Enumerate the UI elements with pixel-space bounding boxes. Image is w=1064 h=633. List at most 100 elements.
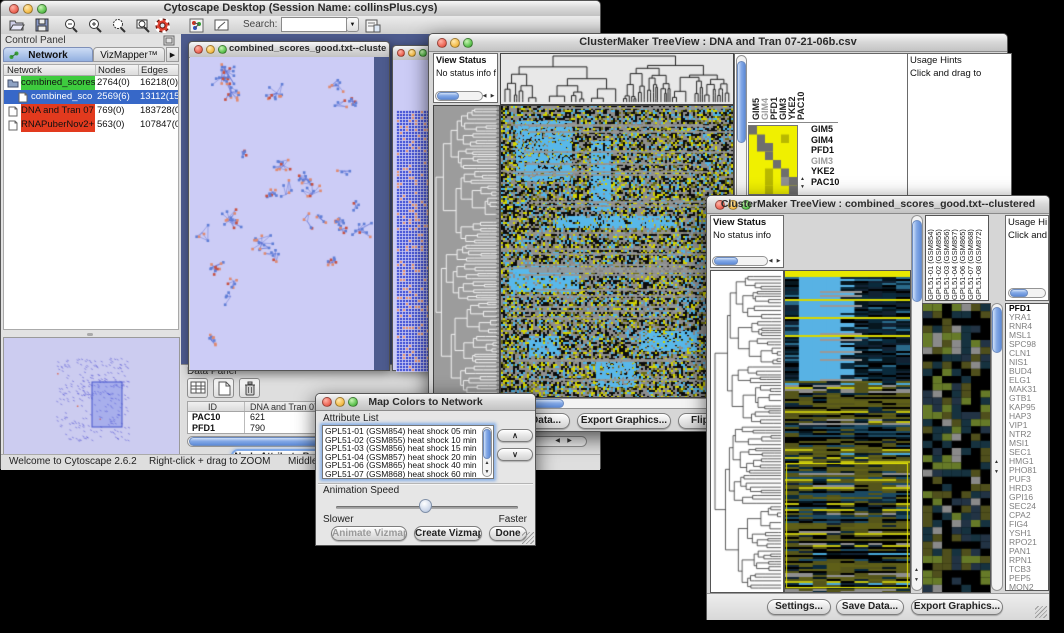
save-icon[interactable] (35, 18, 49, 32)
gene-list-item[interactable]: CLN1 (1009, 349, 1048, 358)
gene-list-item[interactable]: YSH1 (1009, 529, 1048, 538)
network-grid-canvas[interactable] (396, 110, 430, 372)
scroll-down-icon[interactable]: ▼ (992, 469, 1001, 475)
birdseye-overview-canvas[interactable] (3, 337, 180, 455)
treeview2-titlebar[interactable]: ClusterMaker TreeView : combined_scores_… (707, 196, 1049, 214)
panel-divider[interactable] (1, 333, 180, 336)
gene-list-item[interactable]: SEC1 (1009, 448, 1048, 457)
zoom-fit-icon[interactable] (135, 18, 151, 33)
gene-list-item[interactable]: RPO21 (1009, 538, 1048, 547)
scroll-left-icon[interactable]: ◀ (553, 438, 562, 444)
create-vizmap-button[interactable]: Create Vizmap (414, 526, 482, 541)
gene-list-item[interactable]: GIM3 (811, 156, 857, 167)
gene-list-item[interactable]: SPC98 (1009, 340, 1048, 349)
plugin-nodes-icon[interactable] (189, 18, 204, 33)
gene-list-item[interactable]: FIG4 (1009, 520, 1048, 529)
animation-speed-slider-thumb[interactable] (419, 499, 432, 513)
network-table-header[interactable]: Network Nodes Edges (3, 64, 179, 76)
gene-list-item[interactable]: YKE2 (811, 166, 857, 177)
zoom-button[interactable] (419, 49, 427, 57)
search-options-icon[interactable] (365, 17, 381, 33)
gene-list-item[interactable]: HAP3 (1009, 412, 1048, 421)
tv2-save-data-button[interactable]: Save Data... (836, 599, 904, 615)
tv2-usage-hscrollbar[interactable] (1008, 288, 1046, 298)
scroll-down-icon[interactable]: ▼ (482, 469, 492, 475)
scroll-right-icon[interactable]: ▶ (565, 438, 574, 444)
gene-list-item[interactable]: NTR2 (1009, 430, 1048, 439)
resize-grip[interactable] (1035, 606, 1047, 618)
attribute-select-button[interactable] (187, 378, 208, 398)
zoom-in-icon[interactable] (87, 18, 103, 33)
scroll-right-icon[interactable]: ▶ (774, 258, 783, 264)
column-label[interactable]: GPL51-07 (GSM868) (966, 216, 974, 300)
network-tree-list[interactable]: combined_scores2764(0)16218(0)combined_s… (3, 76, 179, 330)
gene-list-item[interactable]: PAC10 (811, 177, 857, 188)
gene-list-item[interactable]: GIM4 (811, 135, 857, 146)
tv1-mini-heatmap-canvas[interactable] (748, 125, 798, 195)
treeview1-titlebar[interactable]: ClusterMaker TreeView : DNA and Tran 07-… (429, 34, 1007, 52)
scroll-up-icon[interactable]: ▲ (992, 459, 1001, 465)
column-label[interactable]: GPL51-08 (GSM872) (974, 216, 982, 300)
minimize-button[interactable] (408, 49, 416, 57)
column-label[interactable]: PAC10 (796, 56, 805, 120)
gene-list-item[interactable]: YRA1 (1009, 313, 1048, 322)
help-lifesaver-icon[interactable] (155, 18, 170, 33)
tv1-array-dendrogram-canvas[interactable] (500, 53, 734, 105)
tab-network[interactable]: Network (3, 47, 93, 62)
gene-list-item[interactable]: NIS1 (1009, 358, 1048, 367)
tv2-mini-heatmap-canvas[interactable] (922, 303, 991, 593)
network-tree-row[interactable]: DNA and Tran 07769(0)183728(0) (4, 104, 178, 118)
search-input[interactable] (281, 17, 347, 32)
gene-list-item[interactable]: MON2 (1009, 583, 1048, 591)
main-titlebar[interactable]: Cytoscape Desktop (Session Name: collins… (1, 1, 600, 17)
dialog-titlebar[interactable]: Map Colors to Network (316, 394, 535, 411)
tv2-settings-button[interactable]: Settings... (767, 599, 831, 615)
scroll-up-icon[interactable]: ▲ (482, 460, 492, 466)
tv2-genes-vscrollbar[interactable] (991, 303, 1003, 591)
gene-list-item[interactable]: MSI1 (1009, 439, 1048, 448)
scroll-right-icon[interactable]: ▶ (488, 93, 497, 99)
gene-list-item[interactable]: GIM5 (811, 124, 857, 135)
gene-list-item[interactable]: KAP95 (1009, 403, 1048, 412)
scroll-up-icon[interactable]: ▲ (798, 176, 807, 182)
open-file-icon[interactable] (9, 18, 25, 32)
scroll-up-icon[interactable]: ▲ (912, 567, 921, 573)
column-label[interactable]: GPL51-03 (GSM856) (942, 216, 950, 300)
annotation-icon[interactable] (214, 18, 230, 33)
network-tree-row[interactable]: combined_scores2764(0)16218(0) (4, 76, 178, 90)
tv1-gene-list[interactable]: GIM5GIM4PFD1GIM3YKE2PAC10 (811, 124, 857, 196)
gene-list-item[interactable]: CPA2 (1009, 511, 1048, 520)
attribute-list-item[interactable]: GPL51-07 (GSM868) heat shock 60 min (325, 470, 491, 479)
tv1-gene-dendrogram-canvas[interactable] (433, 105, 500, 398)
minimize-button[interactable] (206, 45, 215, 54)
gene-list-item[interactable]: PEP5 (1009, 574, 1048, 583)
column-label[interactable]: GPL51-04 (GSM857) (950, 216, 958, 300)
gene-list-item[interactable]: MSL1 (1009, 331, 1048, 340)
tv1-heatmap-canvas[interactable] (500, 105, 734, 398)
tv2-gene-list[interactable]: PFD1YRA1RNR4MSL1SPC98CLN1NIS1BUD4ELG1MAK… (1005, 303, 1049, 591)
zoom-out-icon[interactable] (63, 18, 79, 33)
network-tree-row[interactable]: combined_sco2569(6)13112(15) (4, 90, 178, 104)
tv2-heatmap-canvas[interactable] (784, 270, 911, 593)
gene-list-item[interactable]: PFD1 (1009, 304, 1048, 313)
scroll-down-icon[interactable]: ▼ (912, 577, 921, 583)
tab-overflow-button[interactable]: ▶ (166, 47, 179, 62)
gene-list-item[interactable]: VIP1 (1009, 421, 1048, 430)
network-view-titlebar[interactable]: combined_scores_good.txt--cluste... (189, 42, 389, 58)
gene-list-item[interactable]: ELG1 (1009, 376, 1048, 385)
gene-list-item[interactable]: HMG1 (1009, 457, 1048, 466)
network-tree-row[interactable]: RNAPuberNov2+I563(0)107847(0) (4, 118, 178, 132)
gene-list-item[interactable]: RPN1 (1009, 556, 1048, 565)
gene-list-item[interactable]: RNR4 (1009, 322, 1048, 331)
gene-list-item[interactable]: GTB1 (1009, 394, 1048, 403)
column-label[interactable]: YKE2 (787, 56, 796, 120)
tv2-gene-dendrogram-canvas[interactable] (710, 270, 784, 593)
network-grid-view[interactable] (393, 60, 432, 370)
column-label[interactable]: GPL51-01 (GSM854) (926, 216, 934, 300)
network-view-canvas[interactable] (190, 57, 374, 370)
zoom-button[interactable] (218, 45, 227, 54)
tab-vizmapper[interactable]: VizMapper™ (93, 47, 165, 62)
gene-list-item[interactable]: GPI16 (1009, 493, 1048, 502)
animate-vizmap-button[interactable]: Animate Vizmap (331, 526, 407, 541)
tv2-export-graphics-button[interactable]: Export Graphics... (911, 599, 1003, 615)
